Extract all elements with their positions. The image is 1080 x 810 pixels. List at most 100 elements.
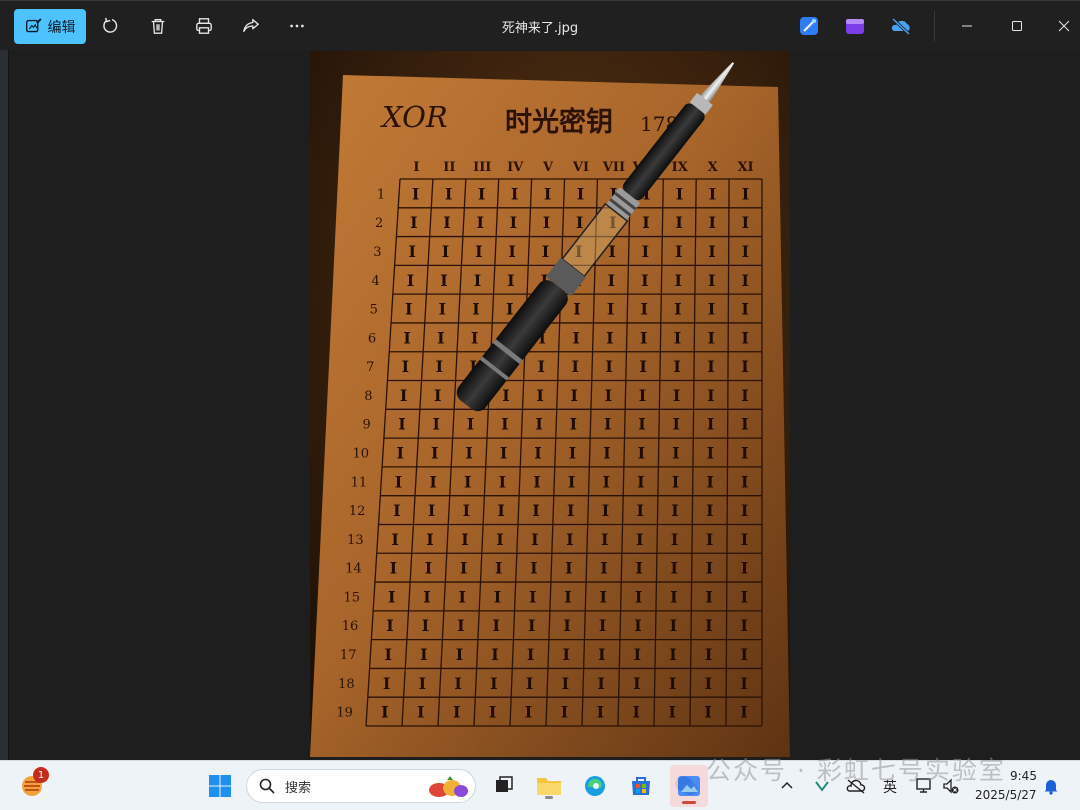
grid-cell-mark: I [598,645,605,664]
grid-cell-mark: I [440,271,447,290]
grid-cell-mark: I [432,415,439,434]
onedrive-offline-icon[interactable] [890,15,912,37]
app-titlebar: 编辑 死神来了.jpg [0,0,1080,50]
grid-cell-mark: I [671,530,678,549]
bell-icon [1044,780,1058,795]
grid-cell-mark: I [741,472,748,491]
grid-cell-mark: I [456,645,463,664]
tray-app-button[interactable] [810,770,834,802]
grid-cell-mark: I [670,587,677,606]
grid-cell-mark: I [705,674,712,693]
grid-cell-mark: I [641,271,648,290]
edge-browser-button[interactable] [579,770,611,802]
row-header: 14 [345,562,362,577]
close-button[interactable] [1044,9,1080,43]
grid-cell-mark: I [533,472,540,491]
designer-app-icon[interactable] [798,15,820,37]
onedrive-tray-button[interactable] [842,770,870,802]
grid-cell-mark: I [597,703,604,722]
photo-artwork: IIIIIIIVVVIVIIVIIIIXXXI1IIIIIIIIIII2IIII… [310,51,790,757]
grid-cell-mark: I [709,213,716,232]
start-button[interactable] [204,770,236,802]
grid-cell-mark: I [741,444,748,463]
grid-cell-mark: I [668,703,675,722]
grid-cell-mark: I [577,184,584,203]
grid-cell-mark: I [634,645,641,664]
minimize-icon [962,25,972,27]
grid-cell-mark: I [527,645,534,664]
tray-app-icon [815,781,829,792]
taskbar-search-box[interactable]: 搜索 [246,769,476,803]
grid-cell-mark: I [639,386,646,405]
grid-cell-mark: I [572,328,579,347]
grid-cell-mark: I [388,587,395,606]
edit-button[interactable]: 编辑 [14,9,86,44]
grid-cell-mark: I [386,616,393,635]
grid-cell-mark: I [708,300,715,319]
windows-logo-icon [209,775,231,797]
grid-cell-mark: I [496,530,503,549]
grid-cell-mark: I [544,184,551,203]
grid-cell-mark: I [569,444,576,463]
ime-indicator[interactable]: 英 [883,777,897,797]
grid-cell-mark: I [600,587,607,606]
grid-cell-mark: I [599,616,606,635]
photos-app-button[interactable] [670,765,708,807]
maximize-button[interactable] [997,9,1037,43]
notifications-button[interactable] [1038,770,1064,802]
grid-cell-mark: I [570,415,577,434]
minimize-button[interactable] [947,9,987,43]
grid-cell-mark: I [741,559,748,578]
grid-cell-mark: I [707,415,714,434]
grid-cell-mark: I [542,242,549,261]
print-button[interactable] [191,13,217,39]
clock-date[interactable]: 2025/5/27 [975,788,1037,802]
grid-cell-mark: I [565,559,572,578]
displayed-photo[interactable]: IIIIIIIVVVIVIIVIIIIXXXI1IIIIIIIIIII2IIII… [310,51,790,757]
share-button[interactable] [238,13,264,39]
row-header: 17 [340,648,357,663]
microsoft-store-button[interactable] [625,770,657,802]
clock-time[interactable]: 9:45 [1010,769,1037,783]
grid-cell-mark: I [597,674,604,693]
grid-cell-mark: I [493,616,500,635]
grid-cell-mark: I [742,213,749,232]
delete-button[interactable] [145,13,171,39]
grid-cell-mark: I [741,501,748,520]
grid-cell-mark: I [410,213,417,232]
grid-cell-mark: I [602,501,609,520]
clipchamp-app-icon[interactable] [844,15,866,37]
rotate-button[interactable] [99,13,125,39]
grid-cell-mark: I [453,703,460,722]
volume-tray-button[interactable] [938,770,964,802]
grid-cell-mark: I [576,213,583,232]
grid-cell-mark: I [405,300,412,319]
more-icon [290,24,304,28]
delete-icon [151,19,165,34]
grid-cell-mark: I [530,559,537,578]
grid-cell-mark: I [673,386,680,405]
grid-cell-mark: I [707,386,714,405]
grid-cell-mark: I [537,357,544,376]
grid-cell-mark: I [525,703,532,722]
network-tray-button[interactable] [910,770,938,802]
grid-cell-mark: I [633,703,640,722]
grid-cell-mark: I [426,530,433,549]
grid-cell-mark: I [463,501,470,520]
share-icon [243,19,259,33]
photos-app-icon [678,776,700,796]
grid-cell-mark: I [740,645,747,664]
row-header: 3 [373,245,381,260]
grid-cell-mark: I [674,328,681,347]
row-header: 5 [370,303,378,318]
grid-cell-mark: I [428,501,435,520]
column-header: XI [737,160,753,175]
show-hidden-icons-button[interactable] [776,770,798,802]
grid-cell-mark: I [403,328,410,347]
row-header: 19 [336,706,353,721]
file-explorer-button[interactable] [533,770,565,802]
more-button[interactable] [284,13,310,39]
task-view-icon [496,776,513,792]
grid-cell-mark: I [675,271,682,290]
task-view-button[interactable] [488,770,520,802]
